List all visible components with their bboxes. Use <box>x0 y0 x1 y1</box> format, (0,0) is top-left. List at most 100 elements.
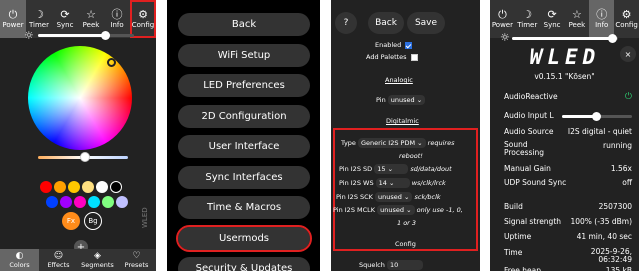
info-row-label: Signal strength <box>504 217 562 226</box>
enabled-row: Enabled <box>375 41 413 49</box>
analog-pin-select[interactable]: unused ⌄ <box>387 95 426 105</box>
color-swatch[interactable] <box>46 196 58 208</box>
nav-label: Peek <box>568 21 586 29</box>
color-swatch[interactable] <box>116 196 128 208</box>
menu-back-button[interactable]: Back <box>178 13 310 36</box>
tab-presets[interactable]: ♡ Presets <box>117 249 156 271</box>
layers-icon: ◈ <box>94 250 101 261</box>
menu-2d-configuration-button[interactable]: 2D Configuration <box>178 104 310 128</box>
menu-time-macros-button[interactable]: Time & Macros <box>178 196 310 219</box>
i2s-mclk-select[interactable]: unused ⌄ <box>377 205 415 215</box>
analogic-heading: Analogic <box>385 76 413 84</box>
quick-colors-row <box>40 181 122 193</box>
usermods-settings-panel: ? Back Save Enabled Add Palettes Analogi… <box>331 0 480 271</box>
enabled-checkbox[interactable] <box>405 41 413 49</box>
info-row: UDP Sound Sync off <box>504 178 632 187</box>
tab-segments[interactable]: ◈ Segments <box>78 249 117 271</box>
requires-text: requires <box>427 139 455 147</box>
nav-label: Peek <box>82 21 100 29</box>
heart-icon: ♡ <box>132 250 141 261</box>
tab-colors[interactable]: ◐ Colors <box>0 249 39 271</box>
color-swatch[interactable] <box>96 181 108 193</box>
close-button[interactable]: × <box>620 46 636 62</box>
nav-label: Config <box>615 21 638 29</box>
nav-timer-button[interactable]: ☽ Timer <box>515 0 540 38</box>
info-row-label: Build <box>504 202 523 211</box>
info-row: Free heap 135 kB <box>504 266 632 271</box>
nav-label: Info <box>110 21 124 29</box>
i2s-ws-hint: ws/clk/lrck <box>411 179 446 187</box>
power-icon[interactable]: ⏻ <box>625 92 632 102</box>
i2s-sck-select[interactable]: unused ⌄ <box>375 192 413 202</box>
color-swatch[interactable] <box>82 181 94 193</box>
fx-color-button[interactable]: Fx <box>62 212 80 230</box>
digitalmic-heading: Digitalmic <box>386 117 419 125</box>
i2s-sd-hint: sd/data/dout <box>410 165 452 173</box>
type-select[interactable]: Generic I2S PDM ⌄ <box>358 138 426 148</box>
info-row-label: Free heap <box>504 266 542 271</box>
analog-pin-row: Pin unused ⌄ <box>376 95 426 105</box>
gear-icon: ⚙ <box>138 8 148 21</box>
info-row-value: 2025-9-26, 06:32:49 <box>590 247 632 264</box>
color-swatch[interactable] <box>54 181 66 193</box>
menu-user-interface-button[interactable]: User Interface <box>178 135 310 158</box>
menu-led-preferences-button[interactable]: LED Preferences <box>178 74 310 97</box>
moon-icon: ☽ <box>34 8 44 21</box>
audio-input-slider[interactable] <box>562 112 632 121</box>
color-swatch[interactable] <box>68 181 80 193</box>
help-button[interactable]: ? <box>335 12 357 34</box>
info-row-label: AudioReactive <box>504 92 558 101</box>
squelch-input[interactable]: 10 <box>386 260 423 270</box>
tab-label: Colors <box>9 260 30 269</box>
nav-config-button[interactable]: ⚙ Config <box>614 0 639 38</box>
color-swatch[interactable] <box>110 181 122 193</box>
save-button[interactable]: Save <box>407 12 445 34</box>
info-row-value: 1.56x <box>610 164 632 173</box>
menu-security-updates-button[interactable]: Security & Updates <box>178 257 310 271</box>
nav-info-button[interactable]: ⓘ Info <box>589 0 615 38</box>
sync-icon: ⟳ <box>60 8 70 21</box>
add-palettes-checkbox[interactable] <box>410 53 418 61</box>
info-row-label: Audio Input L <box>504 111 554 120</box>
star-icon: ☆ <box>571 8 582 21</box>
brightness-slider[interactable] <box>38 31 134 40</box>
nav-sync-button[interactable]: ⟳ Sync <box>540 0 565 38</box>
info-row-value: running <box>603 141 632 150</box>
enabled-label: Enabled <box>375 41 402 49</box>
back-button[interactable]: Back <box>368 12 404 34</box>
gear-icon: ⚙ <box>621 8 632 21</box>
add-palettes-row: Add Palettes <box>366 53 418 61</box>
color-swatch[interactable] <box>102 196 114 208</box>
menu-usermods-button[interactable]: Usermods <box>176 224 312 252</box>
color-wheel-marker[interactable] <box>107 58 116 67</box>
tab-label: Effects <box>47 260 70 269</box>
color-wheel[interactable] <box>28 46 132 150</box>
bg-color-button[interactable]: Bg <box>84 212 102 230</box>
color-swatch[interactable] <box>74 196 86 208</box>
info-row-value: off <box>622 178 632 187</box>
info-row: Time 2025-9-26, 06:32:49 <box>504 248 632 264</box>
usermods-header: ? Back Save <box>331 0 480 40</box>
menu-sync-interfaces-button[interactable]: Sync Interfaces <box>178 165 310 189</box>
info-panel: ⏻ Power ☽ Timer ⟳ Sync ☆ Peek ⓘ Info ⚙ Config ☼ WLE… <box>490 0 639 271</box>
i2s-sck-hint: sck/bclk <box>414 193 441 201</box>
i2s-sd-row: Pin I2S SD 15 ⌄ sd/data/dout <box>339 164 452 174</box>
i2s-sd-select[interactable]: 15 ⌄ <box>374 164 409 174</box>
info-row-value: I2S digital - quiet <box>567 127 632 136</box>
color-swatch[interactable] <box>60 196 72 208</box>
power-icon: ⏻ <box>8 8 18 21</box>
i2s-ws-select[interactable]: 14 ⌄ <box>375 178 410 188</box>
i2s-mclk-hint-2: 1 or 3 <box>397 219 417 227</box>
squelch-row: Squelch 10 <box>359 260 423 270</box>
add-palettes-label: Add Palettes <box>366 53 407 61</box>
star-icon: ☆ <box>86 8 96 21</box>
info-row: Uptime 41 min, 40 sec <box>504 232 632 241</box>
menu-wifi-setup-button[interactable]: WiFi Setup <box>178 43 310 67</box>
tab-effects[interactable]: ☺ Effects <box>39 249 78 271</box>
color-swatch[interactable] <box>40 181 52 193</box>
nav-peek-button[interactable]: ☆ Peek <box>564 0 589 38</box>
nav-label: Sync <box>543 21 561 29</box>
color-temperature-knob[interactable] <box>80 152 90 162</box>
color-swatch[interactable] <box>88 196 100 208</box>
brightness-slider[interactable] <box>512 34 618 43</box>
